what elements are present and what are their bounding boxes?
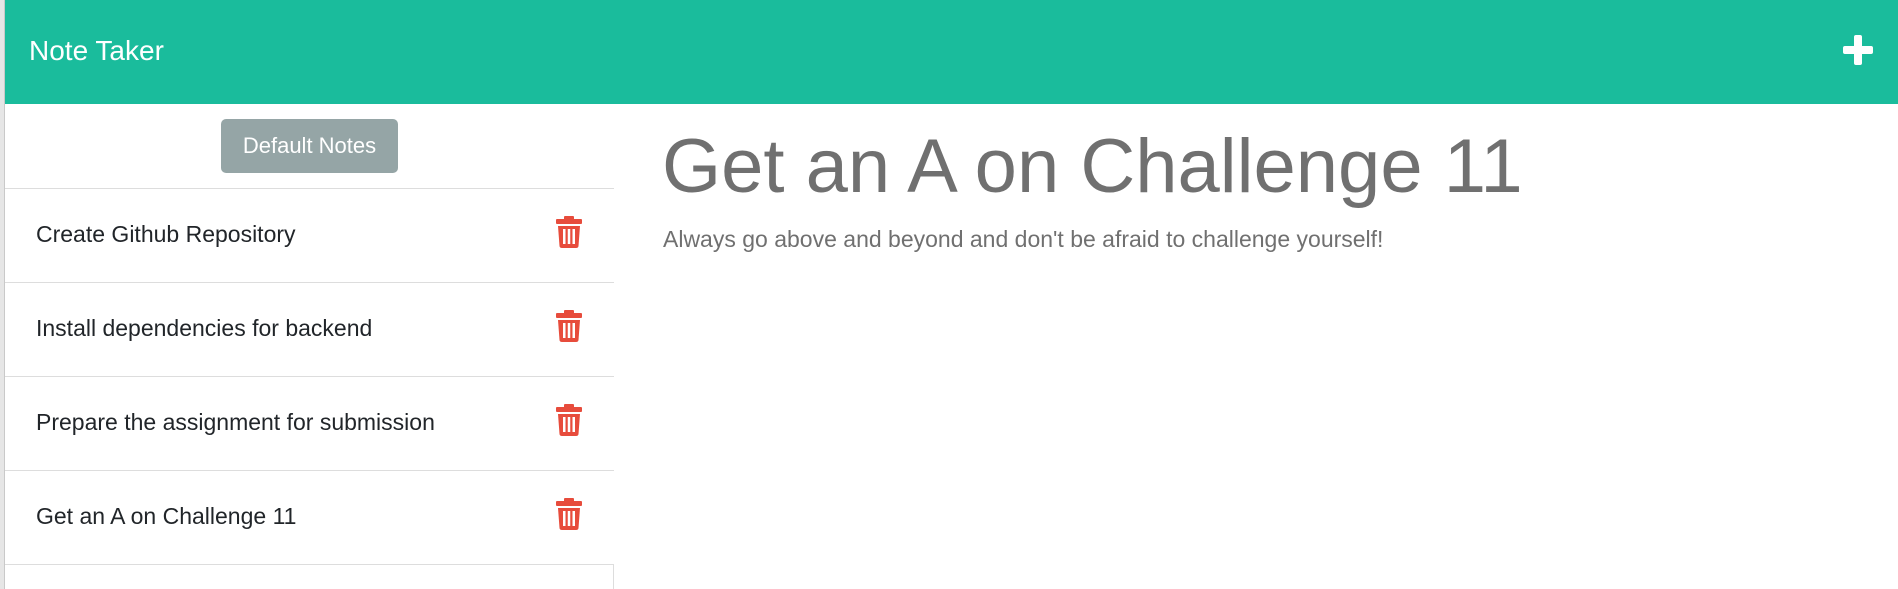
trash-icon: [556, 498, 582, 530]
note-editor: Get an A on Challenge 11 Always go above…: [660, 104, 1860, 589]
new-note-button[interactable]: [1840, 32, 1876, 68]
note-item-title: Get an A on Challenge 11: [36, 503, 297, 529]
default-notes-button[interactable]: Default Notes: [221, 119, 398, 173]
list-item[interactable]: Prepare the assignment for submission: [5, 376, 614, 470]
note-item-title: Install dependencies for backend: [36, 315, 373, 341]
navbar: Note Taker: [5, 0, 1898, 104]
plus-icon: [1843, 35, 1873, 65]
delete-note-button[interactable]: [556, 498, 582, 530]
list-item[interactable]: Install dependencies for backend: [5, 282, 614, 376]
note-item-title: Prepare the assignment for submission: [36, 409, 435, 435]
trash-icon: [556, 404, 582, 436]
delete-note-button[interactable]: [556, 216, 582, 248]
list-divider: [5, 564, 614, 565]
app-window: Note Taker Default Notes Create Github R…: [0, 0, 1898, 589]
delete-note-button[interactable]: [556, 404, 582, 436]
note-sidebar: Default Notes Create Github Repository I…: [5, 104, 614, 589]
list-item[interactable]: Create Github Repository: [5, 188, 614, 282]
trash-icon: [556, 310, 582, 342]
note-text-area[interactable]: Always go above and beyond and don't be …: [663, 222, 1383, 256]
list-item[interactable]: Get an A on Challenge 11: [5, 470, 614, 564]
note-list: Create Github Repository Install depende…: [5, 188, 614, 589]
note-item-title: Create Github Repository: [36, 221, 296, 247]
trash-icon: [556, 216, 582, 248]
note-title-input[interactable]: Get an A on Challenge 11: [662, 122, 1523, 218]
delete-note-button[interactable]: [556, 310, 582, 342]
app-title[interactable]: Note Taker: [29, 32, 164, 70]
